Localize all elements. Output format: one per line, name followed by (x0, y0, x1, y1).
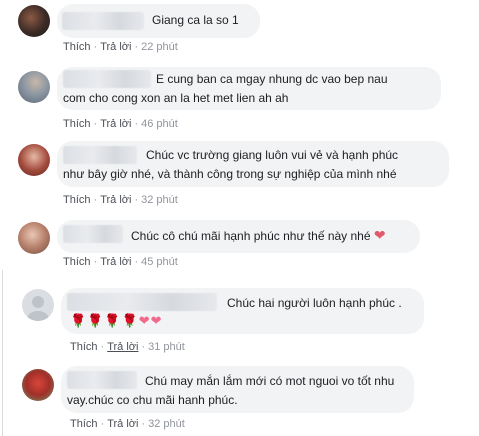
reply-link[interactable]: Trả lời (100, 118, 131, 130)
avatar[interactable] (18, 222, 50, 254)
like-link[interactable]: Thích (63, 118, 91, 130)
avatar-placeholder[interactable] (22, 289, 54, 321)
separator-dot: · (100, 418, 105, 430)
author-name-blurred[interactable] (67, 293, 217, 311)
comment-text: Chúc hai người luôn hạnh phúc . (227, 296, 402, 310)
avatar[interactable] (22, 369, 54, 401)
like-link[interactable]: Thích (63, 41, 91, 53)
separator-dot: · (134, 41, 139, 53)
like-link[interactable]: Thích (70, 341, 98, 353)
comment-actions: Thích · Trả lời · 46 phút (63, 118, 178, 130)
author-name-blurred[interactable] (63, 225, 123, 243)
comment-text-body: Chúc cô chú mãi hạnh phúc như thế này nh… (131, 229, 371, 243)
separator-dot: · (100, 341, 105, 353)
reply-link[interactable]: Trả lời (107, 341, 138, 353)
timestamp[interactable]: 45 phút (141, 256, 178, 268)
separator-dot: · (134, 194, 139, 206)
comment-text: Giang ca la so 1 (152, 13, 239, 27)
comment-text: Chúc cô chú mãi hạnh phúc như thế này nh… (131, 226, 386, 246)
rose-icon: 🌹 (121, 313, 138, 328)
heart-icon: ❤ (138, 313, 150, 328)
default-avatar-icon (27, 296, 49, 321)
timestamp[interactable]: 22 phút (141, 41, 178, 53)
timestamp[interactable]: 32 phút (148, 418, 185, 430)
avatar[interactable] (18, 144, 50, 176)
comment-text: Chú may mắn lắm mới có mot nguoi vo tốt … (67, 374, 395, 407)
like-link[interactable]: Thích (63, 256, 91, 268)
timestamp[interactable]: 31 phút (148, 341, 185, 353)
reply-link[interactable]: Trả lời (100, 256, 131, 268)
avatar[interactable] (18, 5, 50, 37)
heart-icon: ❤ (373, 227, 386, 243)
reply-link[interactable]: Trả lời (100, 41, 131, 53)
like-link[interactable]: Thích (70, 418, 98, 430)
separator-dot: · (141, 341, 146, 353)
comment-actions: Thích · Trả lời · 45 phút (63, 256, 178, 268)
separator-dot: · (134, 118, 139, 130)
reply-thread-line (2, 270, 3, 436)
reply-link[interactable]: Trả lời (107, 418, 138, 430)
separator-dot: · (93, 41, 98, 53)
timestamp[interactable]: 32 phút (141, 194, 178, 206)
comment-text: Chúc vc trường giang luôn vui vẻ và hạnh… (63, 148, 399, 181)
rose-icon: 🌹 (70, 313, 87, 328)
separator-dot: · (93, 256, 98, 268)
separator-dot: · (141, 418, 146, 430)
comment-actions: Thích · Trả lời · 32 phút (63, 194, 178, 206)
reply-link[interactable]: Trả lời (100, 194, 131, 206)
separator-dot: · (93, 118, 98, 130)
separator-dot: · (93, 194, 98, 206)
avatar[interactable] (18, 71, 50, 103)
like-link[interactable]: Thích (63, 194, 91, 206)
rose-icon: 🌹 (87, 313, 104, 328)
rose-icon: 🌹 (104, 313, 121, 328)
emoji-row: 🌹🌹🌹🌹❤❤ (70, 313, 163, 329)
separator-dot: · (134, 256, 139, 268)
comment-actions: Thích · Trả lời · 32 phút (70, 418, 185, 430)
heart-icon: ❤ (150, 313, 162, 328)
timestamp[interactable]: 46 phút (141, 118, 178, 130)
comment-actions: Thích · Trả lời · 22 phút (63, 41, 178, 53)
comment-actions: Thích · Trả lời · 31 phút (70, 341, 185, 353)
author-name-blurred[interactable] (62, 12, 144, 30)
comment-text: E cung ban ca mgay nhung dc vao bep nau … (63, 72, 388, 105)
